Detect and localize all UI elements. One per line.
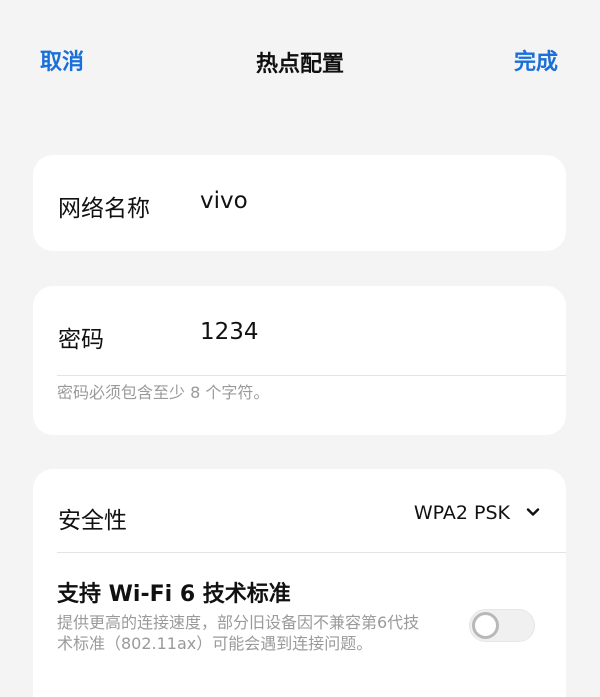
password-input[interactable]: [200, 319, 530, 345]
security-label: 安全性: [58, 508, 127, 534]
chevron-down-icon: [526, 508, 540, 516]
divider: [57, 375, 566, 376]
wifi6-description: 提供更高的连接速度，部分旧设备因不兼容第6代技术标准（802.11ax）可能会遇…: [57, 613, 420, 653]
network-name-label: 网络名称: [58, 196, 150, 222]
password-label: 密码: [58, 327, 104, 353]
done-button[interactable]: 完成: [514, 44, 558, 76]
network-name-input[interactable]: [200, 188, 530, 214]
security-card: 安全性 WPA2 PSK 支持 Wi-Fi 6 技术标准 提供更高的连接速度，部…: [33, 469, 566, 697]
wifi6-toggle[interactable]: [469, 609, 535, 642]
password-hint: 密码必须包含至少 8 个字符。: [57, 383, 270, 402]
security-selected-value: WPA2 PSK: [413, 502, 510, 524]
security-select[interactable]: WPA2 PSK: [414, 502, 540, 524]
navigation-bar: 取消 热点配置 完成: [0, 0, 600, 120]
toggle-knob: [472, 612, 499, 639]
page-title: 热点配置: [255, 52, 344, 77]
network-name-card: 网络名称: [33, 155, 566, 251]
divider: [57, 552, 566, 553]
password-card: 密码 密码必须包含至少 8 个字符。: [33, 286, 566, 435]
wifi6-title: 支持 Wi-Fi 6 技术标准: [57, 582, 291, 607]
